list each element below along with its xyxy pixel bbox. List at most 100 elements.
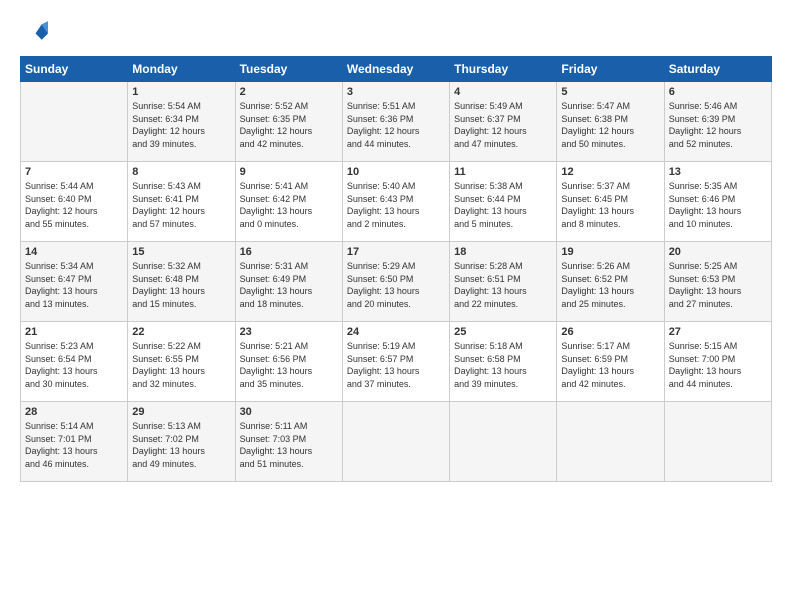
cell-info: Sunrise: 5:11 AM Sunset: 7:03 PM Dayligh… bbox=[240, 420, 338, 470]
day-number: 11 bbox=[454, 166, 552, 178]
calendar-cell: 20 Sunrise: 5:25 AM Sunset: 6:53 PM Dayli… bbox=[664, 242, 771, 322]
cell-info: Sunrise: 5:40 AM Sunset: 6:43 PM Dayligh… bbox=[347, 180, 445, 230]
cell-info: Sunrise: 5:49 AM Sunset: 6:37 PM Dayligh… bbox=[454, 100, 552, 150]
day-number: 4 bbox=[454, 86, 552, 98]
header-day: Tuesday bbox=[235, 57, 342, 82]
cell-info: Sunrise: 5:26 AM Sunset: 6:52 PM Dayligh… bbox=[561, 260, 659, 310]
day-number: 5 bbox=[561, 86, 659, 98]
cell-info: Sunrise: 5:41 AM Sunset: 6:42 PM Dayligh… bbox=[240, 180, 338, 230]
cell-info: Sunrise: 5:47 AM Sunset: 6:38 PM Dayligh… bbox=[561, 100, 659, 150]
day-number: 6 bbox=[669, 86, 767, 98]
day-number: 13 bbox=[669, 166, 767, 178]
cell-info: Sunrise: 5:22 AM Sunset: 6:55 PM Dayligh… bbox=[132, 340, 230, 390]
calendar-cell: 4 Sunrise: 5:49 AM Sunset: 6:37 PM Daylig… bbox=[450, 82, 557, 162]
day-number: 20 bbox=[669, 246, 767, 258]
week-row: 1 Sunrise: 5:54 AM Sunset: 6:34 PM Daylig… bbox=[21, 82, 772, 162]
day-number: 17 bbox=[347, 246, 445, 258]
cell-info: Sunrise: 5:52 AM Sunset: 6:35 PM Dayligh… bbox=[240, 100, 338, 150]
calendar-cell: 15 Sunrise: 5:32 AM Sunset: 6:48 PM Dayli… bbox=[128, 242, 235, 322]
header-day: Sunday bbox=[21, 57, 128, 82]
day-number: 3 bbox=[347, 86, 445, 98]
calendar-cell: 13 Sunrise: 5:35 AM Sunset: 6:46 PM Dayli… bbox=[664, 162, 771, 242]
calendar-cell: 27Sunrise: 5:15 AM Sunset: 7:00 PM Dayli… bbox=[664, 322, 771, 402]
calendar-cell bbox=[450, 402, 557, 482]
calendar-cell: 22 Sunrise: 5:22 AM Sunset: 6:55 PM Dayli… bbox=[128, 322, 235, 402]
day-number: 14 bbox=[25, 246, 123, 258]
cell-info: Sunrise: 5:43 AM Sunset: 6:41 PM Dayligh… bbox=[132, 180, 230, 230]
cell-info: Sunrise: 5:54 AM Sunset: 6:34 PM Dayligh… bbox=[132, 100, 230, 150]
calendar-cell bbox=[664, 402, 771, 482]
header-day: Monday bbox=[128, 57, 235, 82]
cell-info: Sunrise: 5:32 AM Sunset: 6:48 PM Dayligh… bbox=[132, 260, 230, 310]
calendar-cell: 2 Sunrise: 5:52 AM Sunset: 6:35 PM Daylig… bbox=[235, 82, 342, 162]
day-number: 24 bbox=[347, 326, 445, 338]
header-row: SundayMondayTuesdayWednesdayThursdayFrid… bbox=[21, 57, 772, 82]
calendar-cell: 7 Sunrise: 5:44 AM Sunset: 6:40 PM Daylig… bbox=[21, 162, 128, 242]
week-row: 7 Sunrise: 5:44 AM Sunset: 6:40 PM Daylig… bbox=[21, 162, 772, 242]
calendar-cell: 3 Sunrise: 5:51 AM Sunset: 6:36 PM Daylig… bbox=[342, 82, 449, 162]
day-number: 16 bbox=[240, 246, 338, 258]
calendar-cell bbox=[21, 82, 128, 162]
calendar-cell: 5 Sunrise: 5:47 AM Sunset: 6:38 PM Daylig… bbox=[557, 82, 664, 162]
cell-info: Sunrise: 5:25 AM Sunset: 6:53 PM Dayligh… bbox=[669, 260, 767, 310]
day-number: 30 bbox=[240, 406, 338, 418]
day-number: 1 bbox=[132, 86, 230, 98]
header bbox=[20, 18, 772, 46]
cell-info: Sunrise: 5:31 AM Sunset: 6:49 PM Dayligh… bbox=[240, 260, 338, 310]
page: SundayMondayTuesdayWednesdayThursdayFrid… bbox=[0, 0, 792, 492]
header-day: Wednesday bbox=[342, 57, 449, 82]
cell-info: Sunrise: 5:51 AM Sunset: 6:36 PM Dayligh… bbox=[347, 100, 445, 150]
calendar-cell: 1 Sunrise: 5:54 AM Sunset: 6:34 PM Daylig… bbox=[128, 82, 235, 162]
day-number: 29 bbox=[132, 406, 230, 418]
header-day: Friday bbox=[557, 57, 664, 82]
cell-info: Sunrise: 5:29 AM Sunset: 6:50 PM Dayligh… bbox=[347, 260, 445, 310]
calendar-cell: 30 Sunrise: 5:11 AM Sunset: 7:03 PM Dayli… bbox=[235, 402, 342, 482]
week-row: 14Sunrise: 5:34 AM Sunset: 6:47 PM Dayli… bbox=[21, 242, 772, 322]
calendar-cell: 12Sunrise: 5:37 AM Sunset: 6:45 PM Dayli… bbox=[557, 162, 664, 242]
calendar-cell: 8 Sunrise: 5:43 AM Sunset: 6:41 PM Daylig… bbox=[128, 162, 235, 242]
day-number: 15 bbox=[132, 246, 230, 258]
day-number: 12 bbox=[561, 166, 659, 178]
calendar-header: SundayMondayTuesdayWednesdayThursdayFrid… bbox=[21, 57, 772, 82]
week-row: 21 Sunrise: 5:23 AM Sunset: 6:54 PM Dayli… bbox=[21, 322, 772, 402]
calendar-body: 1 Sunrise: 5:54 AM Sunset: 6:34 PM Daylig… bbox=[21, 82, 772, 482]
calendar-cell bbox=[342, 402, 449, 482]
day-number: 10 bbox=[347, 166, 445, 178]
cell-info: Sunrise: 5:18 AM Sunset: 6:58 PM Dayligh… bbox=[454, 340, 552, 390]
day-number: 19 bbox=[561, 246, 659, 258]
calendar-cell: 16 Sunrise: 5:31 AM Sunset: 6:49 PM Dayli… bbox=[235, 242, 342, 322]
calendar-cell: 25 Sunrise: 5:18 AM Sunset: 6:58 PM Dayli… bbox=[450, 322, 557, 402]
calendar-cell: 23 Sunrise: 5:21 AM Sunset: 6:56 PM Dayli… bbox=[235, 322, 342, 402]
calendar-cell: 18 Sunrise: 5:28 AM Sunset: 6:51 PM Dayli… bbox=[450, 242, 557, 322]
day-number: 2 bbox=[240, 86, 338, 98]
day-number: 21 bbox=[25, 326, 123, 338]
cell-info: Sunrise: 5:21 AM Sunset: 6:56 PM Dayligh… bbox=[240, 340, 338, 390]
day-number: 9 bbox=[240, 166, 338, 178]
calendar-cell: 26Sunrise: 5:17 AM Sunset: 6:59 PM Dayli… bbox=[557, 322, 664, 402]
calendar-cell: 29Sunrise: 5:13 AM Sunset: 7:02 PM Dayli… bbox=[128, 402, 235, 482]
day-number: 18 bbox=[454, 246, 552, 258]
calendar-cell: 6 Sunrise: 5:46 AM Sunset: 6:39 PM Daylig… bbox=[664, 82, 771, 162]
day-number: 25 bbox=[454, 326, 552, 338]
day-number: 8 bbox=[132, 166, 230, 178]
calendar-cell: 10 Sunrise: 5:40 AM Sunset: 6:43 PM Dayli… bbox=[342, 162, 449, 242]
calendar-cell: 11Sunrise: 5:38 AM Sunset: 6:44 PM Dayli… bbox=[450, 162, 557, 242]
calendar-cell: 24Sunrise: 5:19 AM Sunset: 6:57 PM Dayli… bbox=[342, 322, 449, 402]
calendar-cell bbox=[557, 402, 664, 482]
cell-info: Sunrise: 5:23 AM Sunset: 6:54 PM Dayligh… bbox=[25, 340, 123, 390]
day-number: 26 bbox=[561, 326, 659, 338]
day-number: 23 bbox=[240, 326, 338, 338]
logo-icon bbox=[20, 18, 48, 46]
day-number: 27 bbox=[669, 326, 767, 338]
cell-info: Sunrise: 5:46 AM Sunset: 6:39 PM Dayligh… bbox=[669, 100, 767, 150]
cell-info: Sunrise: 5:35 AM Sunset: 6:46 PM Dayligh… bbox=[669, 180, 767, 230]
header-day: Saturday bbox=[664, 57, 771, 82]
cell-info: Sunrise: 5:28 AM Sunset: 6:51 PM Dayligh… bbox=[454, 260, 552, 310]
day-number: 7 bbox=[25, 166, 123, 178]
calendar-cell: 14Sunrise: 5:34 AM Sunset: 6:47 PM Dayli… bbox=[21, 242, 128, 322]
day-number: 22 bbox=[132, 326, 230, 338]
header-day: Thursday bbox=[450, 57, 557, 82]
cell-info: Sunrise: 5:44 AM Sunset: 6:40 PM Dayligh… bbox=[25, 180, 123, 230]
cell-info: Sunrise: 5:14 AM Sunset: 7:01 PM Dayligh… bbox=[25, 420, 123, 470]
calendar-cell: 28Sunrise: 5:14 AM Sunset: 7:01 PM Dayli… bbox=[21, 402, 128, 482]
